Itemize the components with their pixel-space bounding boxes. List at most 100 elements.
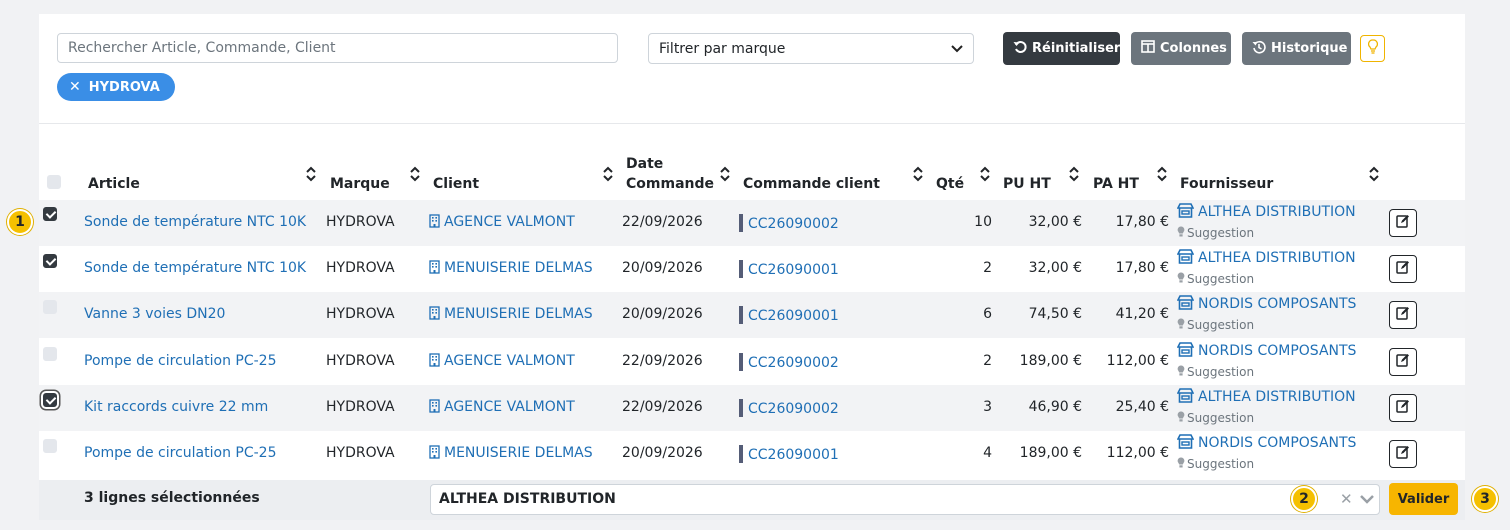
row-checkbox[interactable]	[43, 347, 57, 361]
close-icon[interactable]: ✕	[69, 79, 81, 95]
header-article[interactable]: Article	[88, 174, 140, 194]
lightbulb-button[interactable]	[1360, 35, 1385, 62]
edit-button[interactable]	[1389, 348, 1417, 376]
active-filter-label: HYDROVA	[88, 79, 160, 95]
store-icon	[1176, 203, 1195, 222]
article-link[interactable]: Sonde de température NTC 10K	[84, 214, 306, 230]
pa-cell: 112,00 €	[1106, 445, 1169, 461]
supplier-link[interactable]: NORDIS COMPOSANTS	[1176, 434, 1356, 453]
article-link[interactable]: Vanne 3 voies DN20	[84, 306, 225, 322]
header-pa[interactable]: PA HT	[1093, 174, 1139, 194]
order-date: 22/09/2026	[622, 214, 703, 230]
pa-cell: 17,80 €	[1115, 260, 1169, 276]
order-status-bar	[739, 353, 743, 371]
suggestion-label: Suggestion	[1187, 272, 1255, 286]
columns-button[interactable]: Colonnes	[1131, 32, 1231, 65]
suggestion-label: Suggestion	[1187, 226, 1255, 240]
supplier-link[interactable]: NORDIS COMPOSANTS	[1176, 295, 1356, 314]
order-status-bar	[739, 399, 743, 417]
client-link[interactable]: AGENCE VALMONT	[429, 353, 575, 371]
header-pu[interactable]: PU HT	[1003, 174, 1051, 194]
row-checkbox[interactable]	[43, 254, 57, 268]
table-row: Sonde de température NTC 10K HYDROVA MENUI…	[39, 246, 1465, 292]
header-qty[interactable]: Qté	[936, 174, 964, 194]
edit-icon	[1396, 353, 1410, 371]
edit-button[interactable]	[1389, 394, 1417, 422]
building-icon	[429, 260, 440, 278]
columns-icon	[1141, 40, 1155, 57]
brand-cell: HYDROVA	[326, 306, 395, 322]
supplier-select[interactable]: ALTHEA DISTRIBUTION ✕	[430, 484, 1380, 515]
row-checkbox[interactable]	[43, 439, 57, 453]
client-order-link[interactable]: CC26090002	[739, 353, 839, 371]
article-link[interactable]: Pompe de circulation PC-25	[84, 445, 276, 461]
client-order-number: CC26090001	[748, 447, 839, 463]
history-label: Historique	[1271, 41, 1348, 56]
sort-icon[interactable]	[410, 166, 420, 182]
order-date: 22/09/2026	[622, 353, 703, 369]
client-link[interactable]: AGENCE VALMONT	[429, 214, 575, 232]
history-button[interactable]: Historique	[1242, 32, 1351, 65]
select-all-checkbox[interactable]	[47, 175, 61, 189]
pa-cell: 25,40 €	[1115, 399, 1169, 415]
brand-filter-select[interactable]: Filtrer par marque	[648, 33, 974, 64]
row-checkbox[interactable]	[43, 300, 57, 314]
sort-icon[interactable]	[1369, 166, 1379, 182]
client-link[interactable]: MENUISERIE DELMAS	[429, 260, 593, 278]
reset-label: Réinitialiser	[1032, 41, 1121, 56]
table-row: Pompe de circulation PC-25 HYDROVA AGENCE …	[39, 339, 1465, 385]
client-order-link[interactable]: CC26090001	[739, 260, 839, 278]
header-supplier[interactable]: Fournisseur	[1180, 174, 1273, 194]
client-link[interactable]: MENUISERIE DELMAS	[429, 306, 593, 324]
validate-button[interactable]: Valider	[1389, 483, 1458, 515]
supplier-link[interactable]: ALTHEA DISTRIBUTION	[1176, 203, 1356, 222]
active-filter-chip[interactable]: ✕ HYDROVA	[57, 73, 175, 101]
pa-cell: 112,00 €	[1106, 353, 1169, 369]
client-order-link[interactable]: CC26090002	[739, 214, 839, 232]
edit-button[interactable]	[1389, 209, 1417, 237]
search-input[interactable]	[57, 33, 618, 63]
edit-button[interactable]	[1389, 440, 1417, 468]
header-client-order[interactable]: Commande client	[743, 174, 880, 194]
client-order-link[interactable]: CC26090001	[739, 306, 839, 324]
clear-icon[interactable]: ✕	[1340, 490, 1353, 508]
sort-icon[interactable]	[306, 166, 316, 182]
sort-icon[interactable]	[720, 166, 730, 182]
client-name: MENUISERIE DELMAS	[444, 260, 593, 276]
article-link[interactable]: Kit raccords cuivre 22 mm	[84, 399, 268, 415]
building-icon	[429, 306, 440, 324]
client-link[interactable]: AGENCE VALMONT	[429, 399, 575, 417]
edit-icon	[1396, 445, 1410, 463]
article-link[interactable]: Pompe de circulation PC-25	[84, 353, 276, 369]
pu-cell: 189,00 €	[1019, 445, 1082, 461]
sort-icon[interactable]	[980, 166, 990, 182]
sort-icon[interactable]	[913, 166, 923, 182]
suggestion-note: Suggestion	[1177, 411, 1254, 425]
pu-cell: 32,00 €	[1028, 214, 1082, 230]
qty-cell: 3	[983, 399, 992, 415]
bulk-action-bar: 3 lignes sélectionnées ALTHEA DISTRIBUTI…	[39, 480, 1465, 520]
supplier-link[interactable]: NORDIS COMPOSANTS	[1176, 342, 1356, 361]
article-link[interactable]: Sonde de température NTC 10K	[84, 260, 306, 276]
reset-button[interactable]: Réinitialiser	[1003, 32, 1120, 65]
sort-icon[interactable]	[603, 166, 613, 182]
store-icon	[1176, 249, 1195, 268]
sort-icon[interactable]	[1069, 166, 1079, 182]
order-date: 20/09/2026	[622, 445, 703, 461]
header-date-line1[interactable]: Date	[626, 154, 663, 174]
sort-icon[interactable]	[1157, 166, 1167, 182]
client-order-link[interactable]: CC26090002	[739, 399, 839, 417]
supplier-link[interactable]: ALTHEA DISTRIBUTION	[1176, 249, 1356, 268]
edit-button[interactable]	[1389, 255, 1417, 283]
row-checkbox[interactable]	[43, 393, 57, 407]
header-brand[interactable]: Marque	[330, 174, 390, 194]
chevron-down-icon[interactable]	[1359, 489, 1375, 513]
header-date-line2[interactable]: Commande	[626, 174, 714, 194]
client-order-link[interactable]: CC26090001	[739, 445, 839, 463]
table-header: Article Marque Client Date Commande Comm…	[39, 144, 1465, 200]
header-client[interactable]: Client	[433, 174, 479, 194]
client-link[interactable]: MENUISERIE DELMAS	[429, 445, 593, 463]
supplier-link[interactable]: ALTHEA DISTRIBUTION	[1176, 388, 1356, 407]
edit-button[interactable]	[1389, 301, 1417, 329]
row-checkbox[interactable]	[43, 207, 57, 221]
